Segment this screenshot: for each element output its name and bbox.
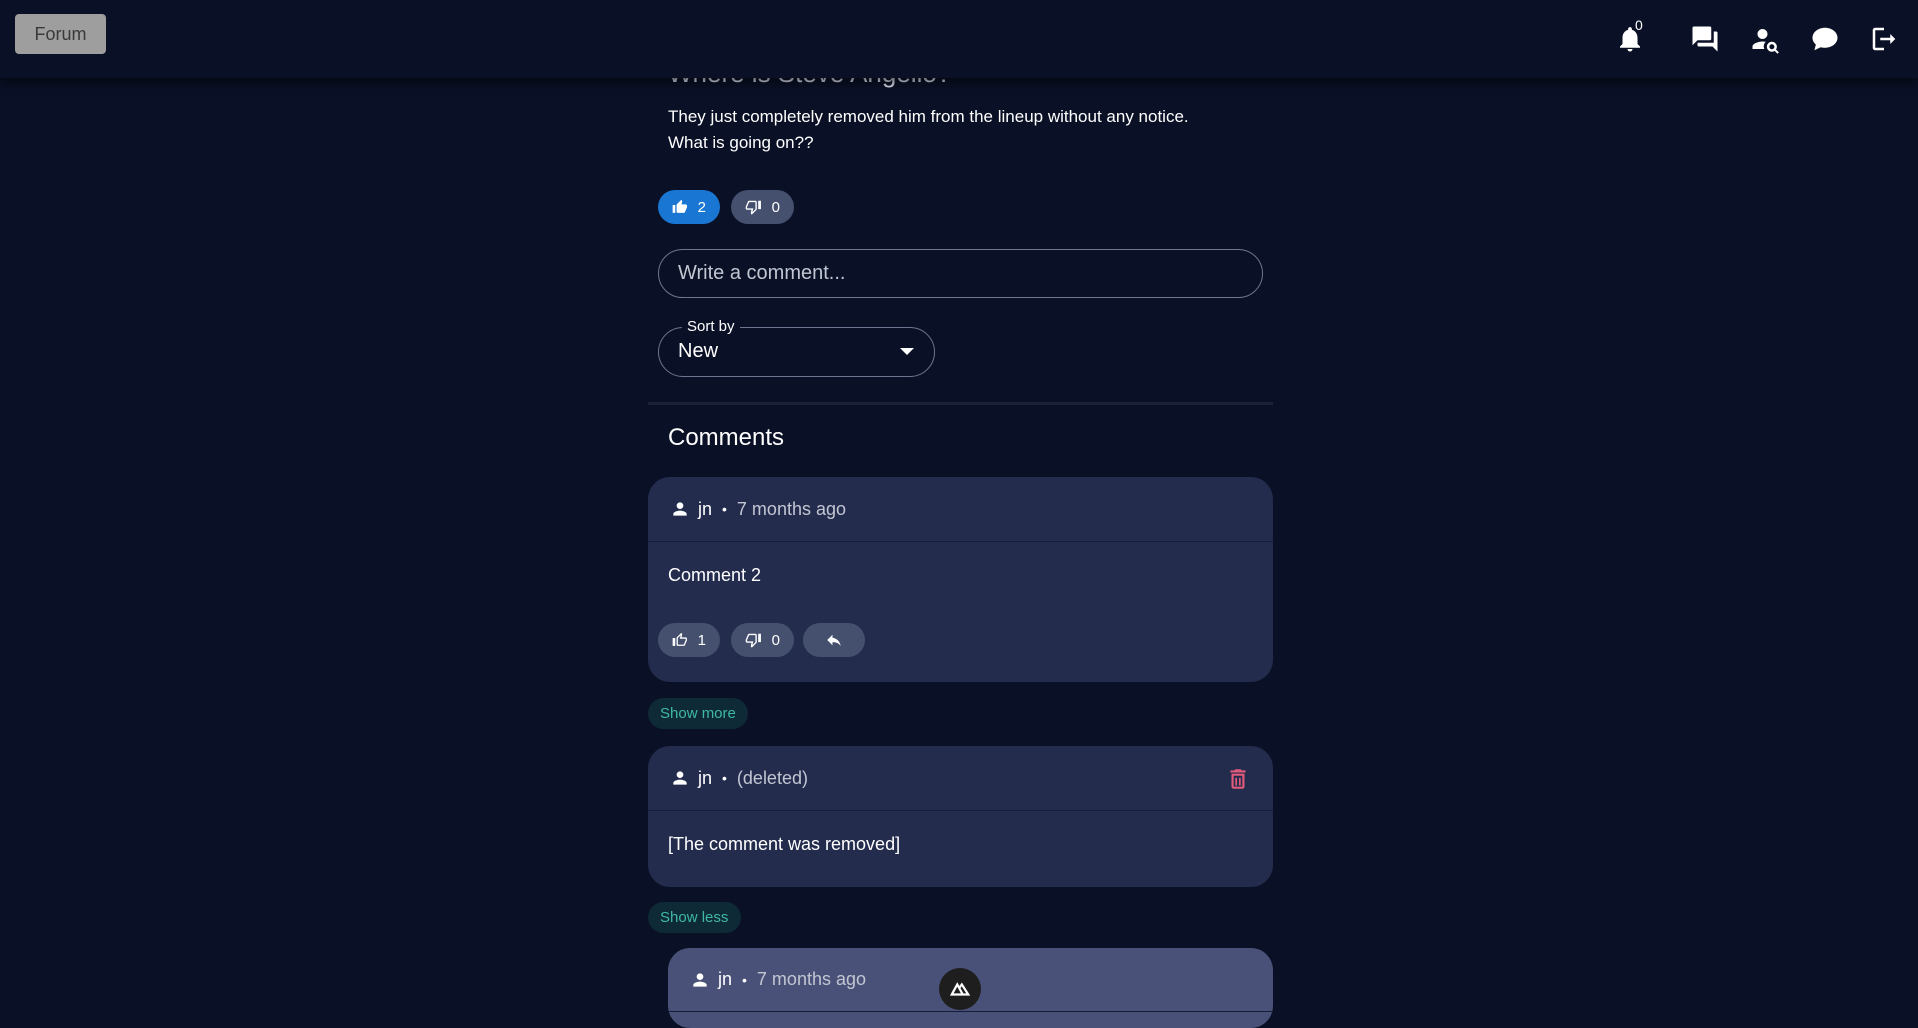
post-dislike-button[interactable]: 0 xyxy=(731,190,794,224)
comment-author: jn xyxy=(698,767,713,788)
reply-button[interactable] xyxy=(803,623,865,657)
comment-timestamp: 7 months ago xyxy=(756,969,866,989)
comment-like-button[interactable]: 1 xyxy=(658,623,720,657)
delete-button[interactable] xyxy=(1225,766,1251,792)
divider xyxy=(648,402,1273,405)
mountain-logo-icon xyxy=(949,982,971,996)
person-icon xyxy=(673,771,687,785)
comment-card: jn • (deleted) [The comment was removed] xyxy=(648,746,1273,887)
comment-author: jn xyxy=(698,498,713,519)
forum-nav-button[interactable] xyxy=(1688,22,1722,56)
forum-icon xyxy=(1692,26,1718,52)
show-more-button[interactable]: Show more xyxy=(648,698,748,729)
comment-input[interactable] xyxy=(658,249,1263,298)
comment-status: (deleted) xyxy=(736,767,808,788)
post-like-button[interactable]: 2 xyxy=(658,190,720,224)
chat-button[interactable] xyxy=(1808,22,1842,56)
comment-header: jn • (deleted) xyxy=(648,746,1273,811)
person-icon xyxy=(693,972,707,987)
notification-count: 0 xyxy=(1635,17,1643,33)
chevron-down-icon xyxy=(900,348,914,355)
post-body: They just completely removed him from th… xyxy=(668,104,1268,156)
person-icon xyxy=(673,502,687,516)
thumb-up-icon xyxy=(672,632,688,646)
sort-select[interactable]: Sort by New xyxy=(658,318,935,377)
logout-button[interactable] xyxy=(1867,22,1901,56)
comment-dislike-button[interactable]: 0 xyxy=(731,623,794,657)
thumb-down-icon xyxy=(745,200,761,215)
user-search-icon xyxy=(1752,29,1779,54)
sort-label: Sort by xyxy=(682,318,740,335)
comments-heading: Comments xyxy=(668,424,785,451)
top-navbar: Forum 0 xyxy=(0,0,1918,78)
thumb-up-icon xyxy=(672,199,688,213)
comment-card: jn • 7 months ago Comment 2 1 0 xyxy=(648,477,1273,682)
trash-icon xyxy=(1230,769,1246,789)
post-dislike-count: 0 xyxy=(771,198,780,216)
thumb-down-icon xyxy=(745,633,761,648)
show-less-button[interactable]: Show less xyxy=(648,902,741,933)
logout-icon xyxy=(1872,27,1896,51)
comment-timestamp: 7 months ago xyxy=(736,498,846,519)
user-search-button[interactable] xyxy=(1748,22,1782,56)
comment-like-count: 1 xyxy=(697,631,706,649)
forum-button[interactable]: Forum xyxy=(15,14,106,54)
separator-dot: • xyxy=(742,971,747,988)
chat-bubble-icon xyxy=(1812,27,1838,51)
reply-icon xyxy=(827,634,841,646)
post-like-count: 2 xyxy=(697,198,706,216)
comment-dislike-count: 0 xyxy=(771,631,780,649)
comment-header: jn • 7 months ago xyxy=(648,477,1273,542)
comment-text: Comment 2 xyxy=(668,565,762,585)
separator-dot: • xyxy=(722,770,727,786)
post-body-line: They just completely removed him from th… xyxy=(668,107,1189,126)
devtools-badge[interactable] xyxy=(939,968,981,1010)
post-body-line: What is going on?? xyxy=(668,133,814,152)
comment-text: [The comment was removed] xyxy=(668,834,901,854)
sort-value: New xyxy=(678,340,719,362)
separator-dot: • xyxy=(722,501,727,517)
comment-author: jn xyxy=(718,969,733,989)
